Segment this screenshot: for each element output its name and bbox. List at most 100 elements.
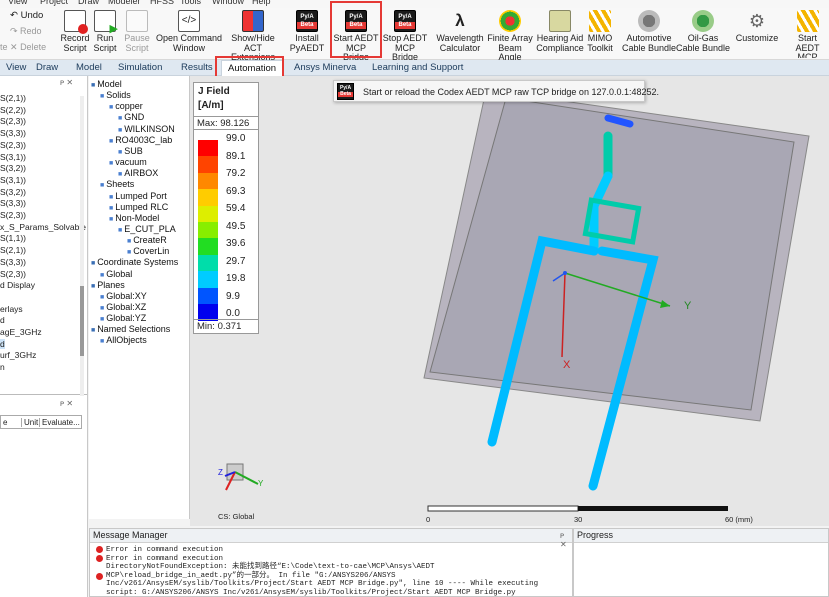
project-tree-item[interactable]: S(1,1)) bbox=[0, 233, 26, 243]
stop-mcp-bridge-button[interactable]: Py/A Beta Stop AEDT MCP Bridge bbox=[381, 10, 429, 62]
project-tree-item[interactable]: S(2,3)) bbox=[0, 116, 26, 126]
wavelength-calculator-button[interactable]: λ Wavelength Calculator bbox=[435, 10, 485, 58]
install-pyaedt-button[interactable]: Py/A Beta Install PyAEDT bbox=[287, 10, 327, 58]
tree-node[interactable]: ■ Global:YZ bbox=[100, 313, 146, 323]
legend-value: 79.2 bbox=[226, 168, 246, 179]
tree-node[interactable]: ■ Global:XY bbox=[100, 291, 147, 301]
tab-view[interactable]: View bbox=[0, 60, 32, 76]
menu-item[interactable]: HFSS bbox=[150, 0, 174, 6]
field-legend[interactable]: J Field [A/m] Max: 98.126 99.0 89.1 79.2 69… bbox=[193, 82, 259, 334]
pyaedt-icon: Py/A Beta bbox=[394, 10, 416, 32]
tree-node[interactable]: ■ Lumped Port bbox=[109, 191, 167, 201]
project-tree-item[interactable]: S(2,3)) bbox=[0, 140, 26, 150]
mimo-toolkit-button[interactable]: MIMO Toolkit bbox=[584, 10, 616, 58]
project-tree-item[interactable]: d bbox=[0, 315, 5, 325]
legend-title: J Field bbox=[198, 86, 230, 97]
automotive-cable-button[interactable]: Automotive Cable Bundle bbox=[620, 10, 678, 58]
hearing-aid-button[interactable]: Hearing Aid Compliance bbox=[535, 10, 585, 58]
menu-item[interactable]: Modeler bbox=[108, 0, 141, 6]
message-list: Error in command execution Error in comm… bbox=[106, 546, 556, 597]
progress-panel: Progress bbox=[573, 528, 829, 597]
tree-node[interactable]: ■ Named Selections bbox=[91, 324, 170, 334]
start-mcp-bridge-button-2[interactable]: Start AEDT MCP Bridg bbox=[786, 10, 829, 58]
project-tree-item[interactable]: d Display bbox=[0, 280, 35, 290]
project-tree-item[interactable]: S(2,2)) bbox=[0, 105, 26, 115]
tree-node[interactable]: ■ vacuum bbox=[109, 157, 147, 167]
oil-gas-cable-button[interactable]: Oil-Gas Cable Bundle bbox=[674, 10, 732, 58]
project-tree-item[interactable]: x_S_Params_Solvable bbox=[0, 222, 86, 232]
tab-learning-support[interactable]: Learning and Support bbox=[366, 60, 469, 76]
tree-node[interactable]: ■ Global:XZ bbox=[100, 302, 146, 312]
panel-pin-icon[interactable]: ᴘ ✕ bbox=[560, 531, 572, 549]
tree-node[interactable]: ■ Coordinate Systems bbox=[91, 257, 178, 267]
legend-swatch bbox=[198, 172, 218, 190]
project-tree-item[interactable]: d bbox=[0, 338, 5, 349]
tab-model[interactable]: Model bbox=[70, 60, 108, 76]
undo-button[interactable]: ↶ Undo bbox=[10, 10, 43, 21]
start-mcp-bridge-button[interactable]: Py/A Beta Start AEDT MCP Bridge bbox=[332, 10, 380, 62]
tree-node[interactable]: ■ Model bbox=[91, 79, 122, 89]
tree-node[interactable]: ■ CoverLin bbox=[127, 246, 169, 256]
project-tree-item[interactable]: S(3,3)) bbox=[0, 198, 26, 208]
show-hide-act-button[interactable]: Show/Hide ACT Extensions bbox=[223, 10, 283, 62]
panel-pin-icon[interactable]: ᴘ ✕ bbox=[60, 399, 73, 408]
tree-node[interactable]: ■ Sheets bbox=[100, 179, 134, 189]
record-script-button[interactable]: Record Script bbox=[60, 10, 90, 58]
ribbon: ↶ Undo ↷ Redo te ✕ Delete Record Script … bbox=[0, 8, 829, 62]
tree-node[interactable]: ■ GND bbox=[118, 112, 144, 122]
legend-min: Min: 0.371 bbox=[194, 319, 258, 333]
scale-label-60: 60 (mm) bbox=[725, 515, 753, 524]
customize-button[interactable]: ⚙ Customize bbox=[734, 10, 780, 58]
tree-node[interactable]: ■ SUB bbox=[118, 146, 143, 156]
legend-value: 69.3 bbox=[226, 185, 246, 197]
project-tree-item[interactable]: erlays bbox=[0, 304, 23, 314]
project-tree-item[interactable]: S(3,2)) bbox=[0, 187, 26, 197]
project-tree-item[interactable]: S(3,3)) bbox=[0, 128, 26, 138]
tree-node[interactable]: ■ WILKINSON bbox=[118, 124, 175, 134]
tree-node[interactable]: ■ RO4003C_lab bbox=[109, 135, 172, 145]
tab-simulation[interactable]: Simulation bbox=[112, 60, 168, 76]
project-tree-item[interactable]: S(2,1)) bbox=[0, 93, 26, 103]
tree-node[interactable]: ■ AIRBOX bbox=[118, 168, 158, 178]
run-script-button[interactable]: ▶ Run Script bbox=[90, 10, 120, 58]
project-tree-item[interactable]: S(2,3)) bbox=[0, 269, 26, 279]
menu-item[interactable]: Draw bbox=[78, 0, 99, 6]
project-tree-item[interactable]: S(2,1)) bbox=[0, 245, 26, 255]
project-tree-item[interactable]: S(2,3)) bbox=[0, 210, 26, 220]
tree-node[interactable]: ■ CreateR bbox=[127, 235, 167, 245]
tree-node[interactable]: ■ Lumped RLC bbox=[109, 202, 168, 212]
pyaedt-icon: Py/A Beta bbox=[345, 10, 367, 32]
open-command-window-button[interactable]: </> Open Command Window bbox=[155, 10, 223, 58]
message-line: Error in command execution bbox=[106, 546, 224, 554]
finite-array-button[interactable]: Finite Array Beam Angle bbox=[486, 10, 534, 62]
tab-draw[interactable]: Draw bbox=[30, 60, 64, 76]
menu-item[interactable]: Window bbox=[212, 0, 244, 6]
tree-node[interactable]: ■ AllObjects bbox=[100, 335, 147, 345]
project-tree-item[interactable]: S(3,1)) bbox=[0, 152, 26, 162]
tree-node[interactable]: ■ E_CUT_PLA bbox=[118, 224, 176, 234]
project-tree-item[interactable]: n bbox=[0, 362, 5, 372]
delete-button[interactable]: te ✕ Delete bbox=[0, 42, 46, 53]
project-tree-item[interactable]: S(3,1)) bbox=[0, 175, 26, 185]
tree-node[interactable]: ■ Solids bbox=[100, 90, 131, 100]
tab-automation[interactable]: Automation bbox=[221, 60, 284, 76]
redo-button[interactable]: ↷ Redo bbox=[10, 26, 42, 37]
pause-script-button[interactable]: Pause Script bbox=[122, 10, 152, 58]
3d-viewport[interactable]: Y X Z Y CS: Global 0 30 60 (mm) bbox=[190, 76, 829, 526]
panel-pin-icon[interactable]: ᴘ ✕ bbox=[60, 78, 73, 87]
menu-item[interactable]: Project bbox=[40, 0, 68, 6]
menu-item[interactable]: Tools bbox=[180, 0, 201, 6]
project-tree-item[interactable]: S(3,2)) bbox=[0, 163, 26, 173]
project-tree-item[interactable]: urf_3GHz bbox=[0, 350, 36, 360]
tab-results[interactable]: Results bbox=[175, 60, 219, 76]
tree-node[interactable]: ■ Non-Model bbox=[109, 213, 159, 223]
project-tree-item[interactable]: S(3,3)) bbox=[0, 257, 26, 267]
menu-item[interactable]: View bbox=[8, 0, 27, 6]
menu-item[interactable]: Help bbox=[252, 0, 271, 6]
project-tree-item[interactable]: agE_3GHz bbox=[0, 327, 42, 337]
tree-node[interactable]: ■ Planes bbox=[91, 280, 125, 290]
scrollbar[interactable] bbox=[80, 96, 84, 396]
tree-node[interactable]: ■ Global bbox=[100, 269, 132, 279]
tree-node[interactable]: ■ copper bbox=[109, 101, 143, 111]
tab-ansys-minerva[interactable]: Ansys Minerva bbox=[288, 60, 362, 76]
